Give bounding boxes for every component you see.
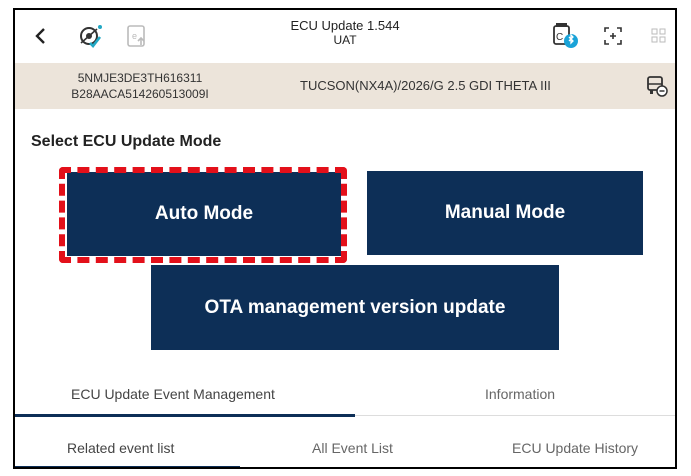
expand-icon[interactable] [599,22,627,50]
vehicle-id-text: B28AACA514260513009I [71,87,209,101]
grid-icon[interactable] [645,22,673,50]
active-subtab-indicator [15,466,240,467]
tab-information[interactable]: Information [485,386,555,402]
app-window: e ECU Update 1.544 UAT C 5NMJE3DE3TH6163… [13,8,677,469]
top-bar: e ECU Update 1.544 UAT C [15,10,675,62]
section-title: Select ECU Update Mode [31,133,222,150]
vin-text: 5NMJE3DE3TH616311 [77,71,203,85]
active-tab-indicator [15,414,355,417]
vehicle-ids: 5NMJE3DE3TH616311 B28AACA514260513009I [55,70,225,102]
bluetooth-vci-icon[interactable]: C [551,22,579,50]
secondary-tabs: Related event list All Event List ECU Up… [15,430,675,467]
tab-ecu-update-history[interactable]: ECU Update History [512,440,638,456]
svg-text:C: C [556,32,563,43]
tab-ecu-update-event-management[interactable]: ECU Update Event Management [71,386,275,402]
primary-tabs: ECU Update Event Management Information [15,376,675,417]
ota-update-button[interactable]: OTA management version update [151,265,559,350]
vehicle-status-icon[interactable] [645,74,669,103]
tab-related-event-list[interactable]: Related event list [67,440,174,456]
vehicle-model: TUCSON(NX4A)/2026/G 2.5 GDI THETA III [300,78,551,93]
tab-all-event-list[interactable]: All Event List [312,440,393,456]
vehicle-info-bar: 5NMJE3DE3TH616311 B28AACA514260513009I T… [15,63,675,109]
manual-mode-button[interactable]: Manual Mode [367,171,643,255]
auto-mode-button[interactable]: Auto Mode [67,172,341,256]
